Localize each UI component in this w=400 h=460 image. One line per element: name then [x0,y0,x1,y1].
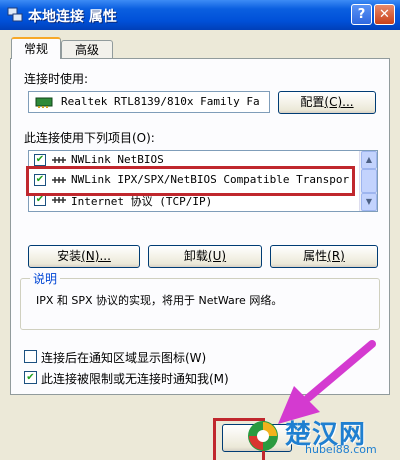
scroll-up-icon[interactable]: ▲ [361,151,377,169]
help-button[interactable]: ? [351,4,372,25]
show-icon-label: 连接后在通知区域显示图标(W) [41,351,207,365]
properties-dialog: 本地连接 属性 ? ✕ 常规 高级 连接时使用: Realtek RTL8139… [0,0,400,460]
uninstall-button[interactable]: 卸载(U) [148,245,262,268]
network-adapter-icon [35,97,53,108]
install-button[interactable]: 安装(N)... [28,245,140,268]
watermark-logo-icon [248,421,278,451]
scroll-thumb[interactable] [361,169,377,193]
item-checkbox[interactable]: ✔ [34,154,46,166]
connect-using-label: 连接时使用: [24,72,89,86]
description-title: 说明 [30,270,61,287]
adapter-name: Realtek RTL8139/810x Family Fa [61,95,260,108]
close-button[interactable]: ✕ [374,4,395,25]
items-label: 此连接使用下列项目(O): [24,131,155,145]
properties-button-accel: (R) [327,249,345,263]
tab-general[interactable]: 常规 [11,37,61,59]
adapter-field: Realtek RTL8139/810x Family Fa [28,91,270,113]
configure-button-label: 配置 [300,95,325,109]
install-button-label: 安装 [57,249,82,263]
properties-button[interactable]: 属性(R) [270,245,378,268]
tab-advanced[interactable]: 高级 [61,40,113,59]
configure-button-accel: (C)... [324,95,354,109]
list-scrollbar[interactable]: ▲ ▼ [359,151,377,211]
title-bar[interactable]: 本地连接 属性 ? ✕ [0,0,400,30]
highlight-annotation [26,166,355,196]
properties-button-label: 属性 [303,249,328,263]
uninstall-button-label: 卸载 [183,249,208,263]
notify-label: 此连接被限制或无连接时通知我(M) [41,372,229,386]
protocol-icon [52,157,66,163]
description-text: IPX 和 SPX 协议的实现，将用于 NetWare 网络。 [36,294,283,307]
scroll-down-icon[interactable]: ▼ [361,193,377,211]
protocol-icon [52,197,66,203]
configure-button[interactable]: 配置(C)... [278,91,376,114]
show-icon-checkbox[interactable] [24,350,37,363]
watermark-url: hubei88.com [305,443,377,456]
uninstall-button-accel: (U) [207,249,227,263]
item-label: NWLink NetBIOS [71,153,164,166]
network-connection-icon [7,7,23,22]
notify-checkbox[interactable]: ✔ [24,371,37,384]
window-title: 本地连接 属性 [28,9,117,25]
install-button-accel: (N)... [81,249,111,263]
